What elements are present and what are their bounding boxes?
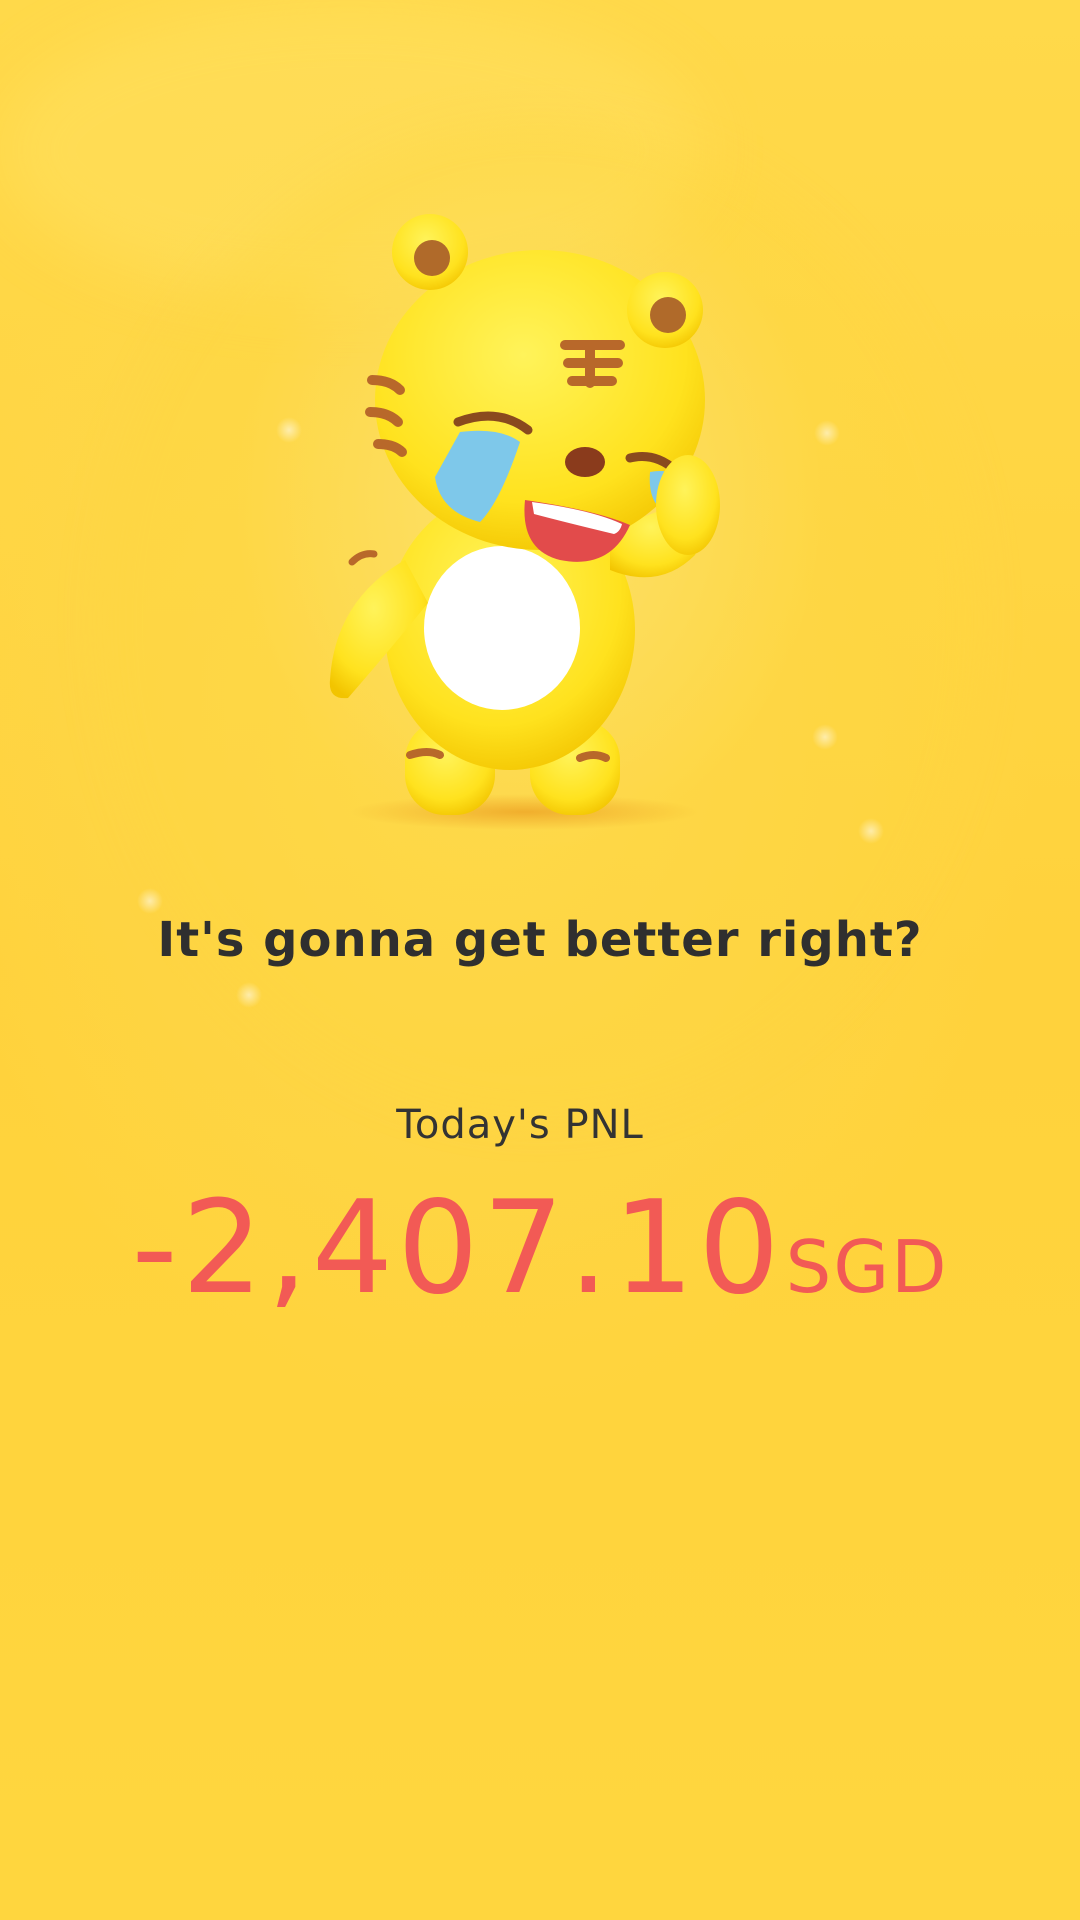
pnl-amount: -2,407.10 <box>131 1174 784 1323</box>
pnl-label: Today's PNL <box>396 1102 644 1148</box>
sparkle-decoration <box>236 982 262 1008</box>
sparkle-decoration <box>276 417 302 443</box>
sparkle-decoration <box>812 724 838 750</box>
crying-tiger-mascot-icon <box>329 214 720 830</box>
sparkle-decoration <box>814 420 840 446</box>
pnl-value: -2,407.10SGD <box>0 1185 1080 1313</box>
headline-message: It's gonna get better right? <box>157 912 923 968</box>
sparkle-decoration <box>858 818 884 844</box>
sparkle-decoration <box>137 888 163 914</box>
pnl-currency: SGD <box>785 1225 949 1309</box>
